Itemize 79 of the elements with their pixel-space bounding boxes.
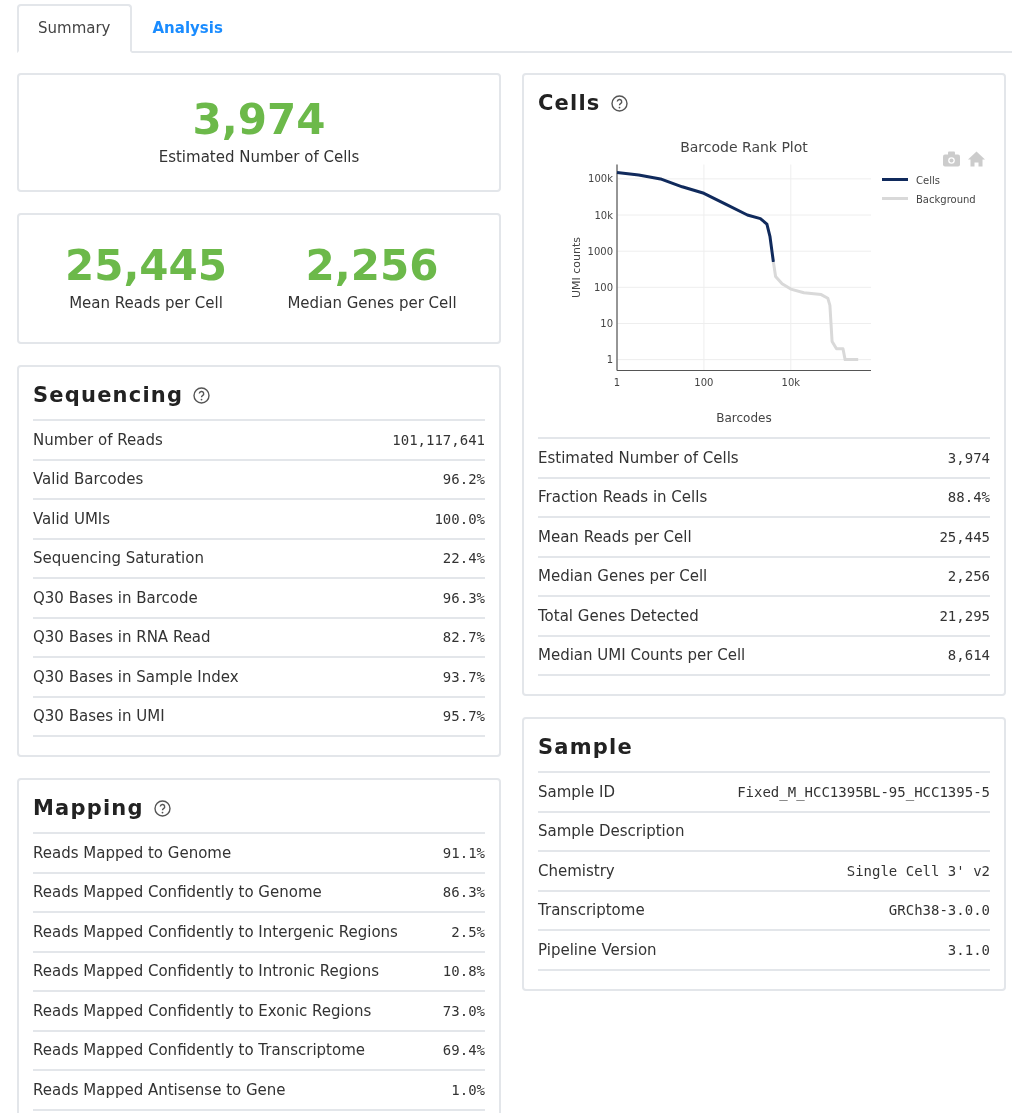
metric-label: Total Genes Detected [538,606,699,625]
tab[interactable]: Summary [17,4,132,53]
metric-value: 95.7% [442,708,485,725]
stat-value: 25,445 [64,241,228,290]
metric-label: Sample ID [538,782,615,801]
metric-label: Valid Barcodes [33,470,144,489]
y-tick-label: 100k [588,173,613,185]
legend-label: Cells [916,174,940,186]
metric-value: 8,614 [947,647,990,664]
metric-value: 96.2% [442,471,485,488]
metric-label: Reads Mapped to Genome [33,843,232,862]
chart-title: Barcode Rank Plot [680,138,808,155]
metric-label: Number of Reads [33,430,163,449]
section-title: Cells [538,91,601,115]
metric-label: Chemistry [538,861,615,880]
stat-value: 3,974 [191,95,327,144]
y-tick-label: 10 [600,317,613,329]
metric-value: Single Cell 3' v2 [846,862,990,879]
stat-label: Mean Reads per Cell [69,294,223,312]
metric-label: Sequencing Saturation [33,549,204,568]
y-tick-label: 1000 [587,245,613,257]
metric-value: 91.1% [442,844,485,861]
metric-value: 96.3% [442,589,485,606]
metric-value: 2,256 [947,568,990,585]
metric-value: GRCh38-3.0.0 [888,902,990,919]
metric-value: 82.7% [442,629,485,646]
stat-label: Median Genes per Cell [287,294,457,312]
help-icon[interactable] [153,799,171,817]
metric-label: Q30 Bases in Barcode [33,588,198,607]
stat-value: 2,256 [305,241,439,290]
metric-value: 86.3% [442,884,485,901]
metric-value: 88.4% [947,489,990,506]
metric-value: 22.4% [442,550,485,567]
x-tick-label: 1 [613,376,621,388]
metric-label: Mean Reads per Cell [538,527,692,546]
metric-value: 3.1.0 [947,941,990,958]
help-icon[interactable] [610,94,628,112]
metric-value: 101,117,641 [392,431,485,448]
metric-value: Fixed_M_HCC1395BL-95_HCC1395-5 [737,783,990,800]
metric-value: 3,974 [947,449,990,466]
metric-value: 2.5% [451,923,485,940]
metric-label: Reads Mapped Antisense to Gene [33,1080,286,1099]
metric-label: Estimated Number of Cells [538,448,739,467]
legend-label: Background [916,193,976,205]
metric-label: Fraction Reads in Cells [538,488,708,507]
metric-label: Reads Mapped Confidently to Intronic Regions [33,962,380,981]
metric-label: Q30 Bases in UMI [33,707,165,726]
metric-label: Q30 Bases in Sample Index [33,667,239,686]
section-title: Sequencing [33,383,184,407]
section-title: Mapping [33,796,144,820]
metric-label: Valid UMIs [33,509,111,528]
metric-label: Reads Mapped Confidently to Transcriptome [33,1041,365,1060]
metric-value: 10.8% [442,963,485,980]
metric-label: Reads Mapped Confidently to Genome [33,883,322,902]
metric-label: Reads Mapped Confidently to Intergenic Regions [33,922,398,941]
metric-label: Pipeline Version [538,940,657,959]
metric-value: 69.4% [442,1042,485,1059]
x-tick-label: 100 [694,376,714,388]
metric-value: 21,295 [939,607,990,624]
metric-label: Q30 Bases in RNA Read [33,628,211,647]
y-axis-label: UMI counts [570,236,583,299]
section-title: Sample [538,735,633,759]
metric-value: 93.7% [442,668,485,685]
metric-value: 73.0% [442,1002,485,1019]
y-tick-label: 10k [594,209,613,221]
help-icon[interactable] [193,386,211,404]
metric-label: Transcriptome [538,901,645,920]
y-tick-label: 100 [593,281,613,293]
metric-label: Median UMI Counts per Cell [538,646,746,665]
metric-label: Median Genes per Cell [538,567,708,586]
metric-label: Reads Mapped Confidently to Exonic Regions [33,1001,372,1020]
metric-value: 1.0% [451,1081,485,1098]
stat-label: Estimated Number of Cells [157,148,361,166]
x-axis-label: Barcodes [716,410,772,425]
metric-value: 100.0% [434,510,485,527]
metric-label: Sample Description [538,822,685,841]
y-tick-label: 1 [606,354,613,366]
x-tick-label: 10k [781,376,801,388]
metric-value: 25,445 [939,528,990,545]
